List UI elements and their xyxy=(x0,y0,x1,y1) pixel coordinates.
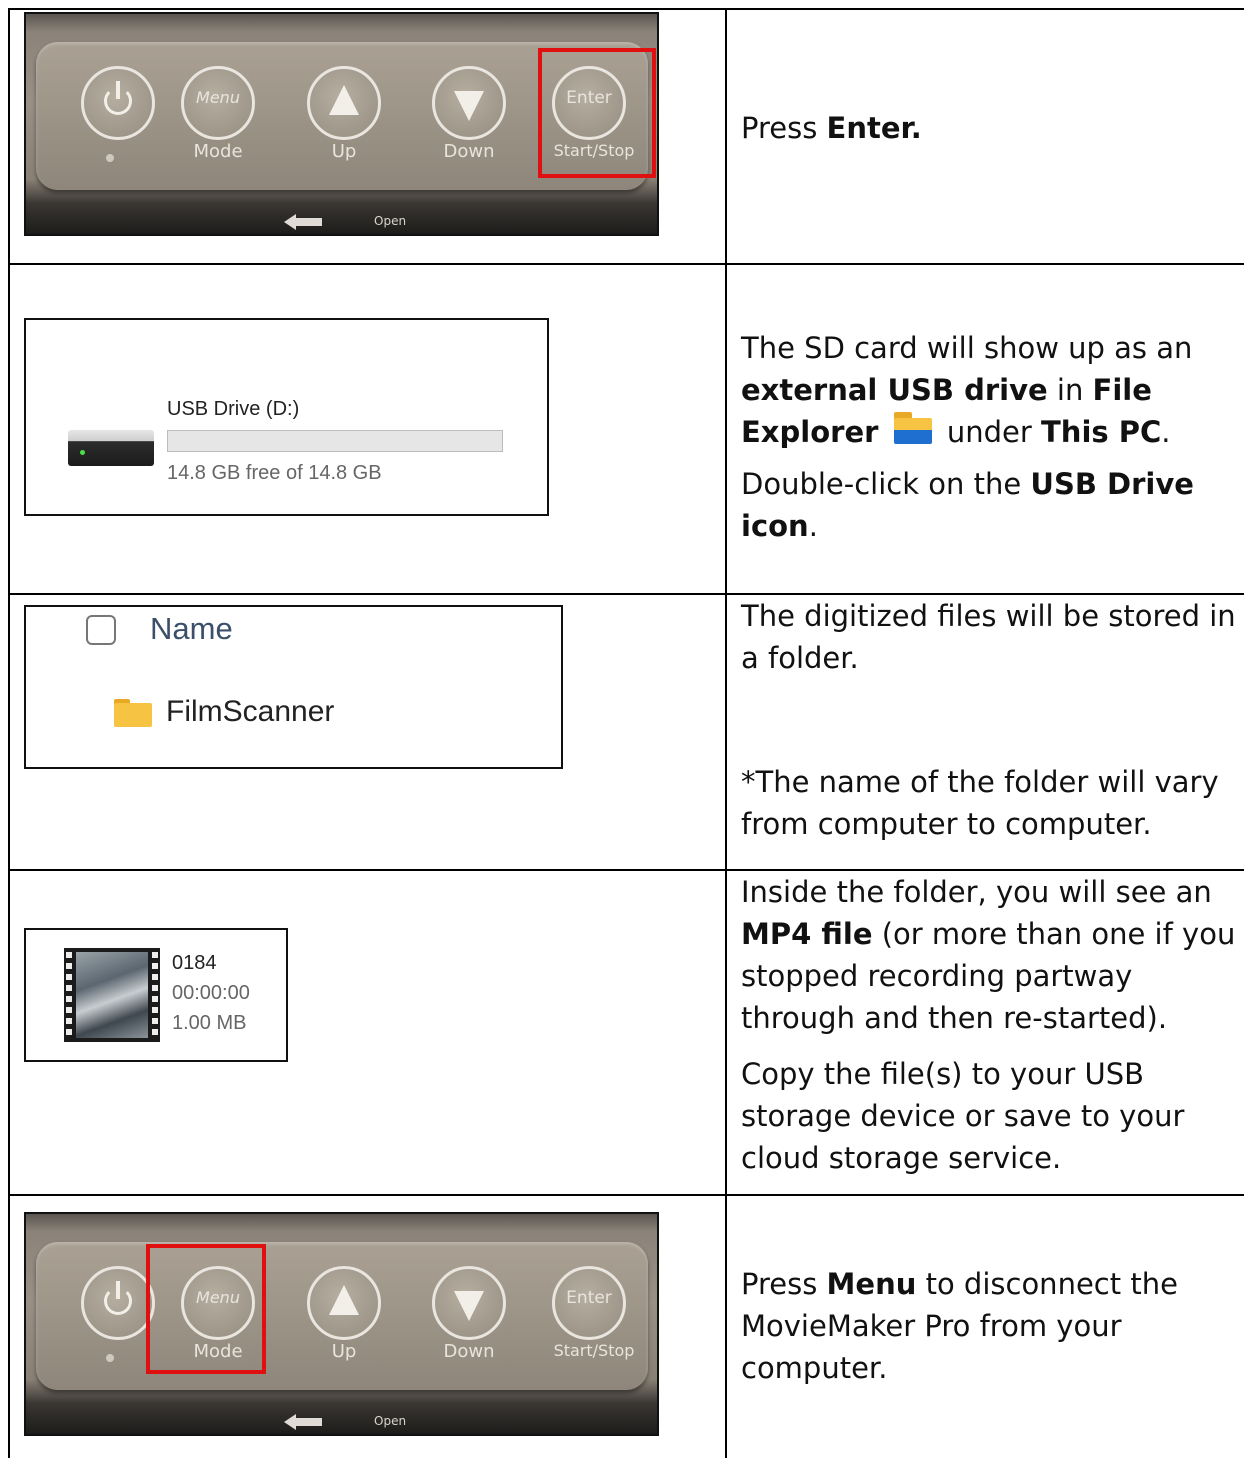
drive-name: USB Drive (D:) xyxy=(167,398,300,420)
down-arrow-icon xyxy=(454,1291,484,1321)
checkbox-icon xyxy=(86,615,116,645)
power-button xyxy=(81,66,155,140)
start-stop-label: Start/Stop xyxy=(553,1341,635,1360)
mode-label: Mode xyxy=(193,141,243,162)
row2-instruction: The SD card will show up as an external … xyxy=(741,331,1194,543)
file-name: 0184 xyxy=(172,952,217,974)
row4-instruction: Inside the folder, you will see an MP4 f… xyxy=(741,875,1236,1175)
folder-icon xyxy=(114,699,152,727)
up-label: Up xyxy=(331,141,357,162)
table-border-top xyxy=(8,8,1244,10)
usb-drive-screenshot: USB Drive (D:) 14.8 GB free of 14.8 GB xyxy=(24,318,549,516)
video-thumbnail-icon xyxy=(64,948,160,1042)
up-arrow-icon xyxy=(329,1285,359,1315)
table-column-divider xyxy=(725,8,727,1458)
control-panel-photo: Menu Mode Up Down Enter Start/Stop Open xyxy=(24,1212,659,1436)
drive-free-text: 14.8 GB free of 14.8 GB xyxy=(167,462,382,484)
up-button xyxy=(307,66,381,140)
folder-name: FilmScanner xyxy=(166,695,335,728)
down-label: Down xyxy=(443,141,495,162)
open-slot: Open xyxy=(266,214,466,232)
mp4-file-screenshot: 0184 00:00:00 1.00 MB xyxy=(24,928,288,1062)
menu-label: Menu xyxy=(196,88,240,107)
table-row-divider xyxy=(8,263,1244,265)
down-arrow-icon xyxy=(454,91,484,121)
up-label: Up xyxy=(331,1341,357,1362)
open-label: Open xyxy=(374,1414,407,1428)
file-explorer-icon xyxy=(893,412,932,444)
power-led xyxy=(106,1354,114,1362)
file-duration: 00:00:00 xyxy=(172,982,250,1004)
up-button xyxy=(307,1266,381,1340)
file-size: 1.00 MB xyxy=(172,1012,247,1034)
open-slot: Open xyxy=(266,1414,466,1432)
up-arrow-icon xyxy=(329,85,359,115)
open-label: Open xyxy=(374,214,407,228)
down-label: Down xyxy=(443,1341,495,1362)
drive-usage-bar xyxy=(167,430,503,452)
hard-drive-icon xyxy=(68,430,154,466)
table-border-left xyxy=(8,8,10,1458)
row3-instruction: The digitized files will be stored in a … xyxy=(741,599,1236,841)
menu-highlight-box xyxy=(146,1244,266,1374)
down-button xyxy=(432,66,506,140)
enter-label: Enter xyxy=(566,1288,612,1308)
folder-view-screenshot: Name FilmScanner xyxy=(24,605,563,769)
column-header-name: Name xyxy=(150,611,233,646)
table-row-divider xyxy=(8,1194,1244,1196)
power-button xyxy=(81,1266,155,1340)
enter-highlight-box xyxy=(538,48,656,178)
row1-instruction: Press Enter. xyxy=(741,111,922,145)
row5-instruction: Press Menu to disconnect the MovieMaker … xyxy=(741,1267,1178,1385)
power-led xyxy=(106,154,114,162)
down-button xyxy=(432,1266,506,1340)
